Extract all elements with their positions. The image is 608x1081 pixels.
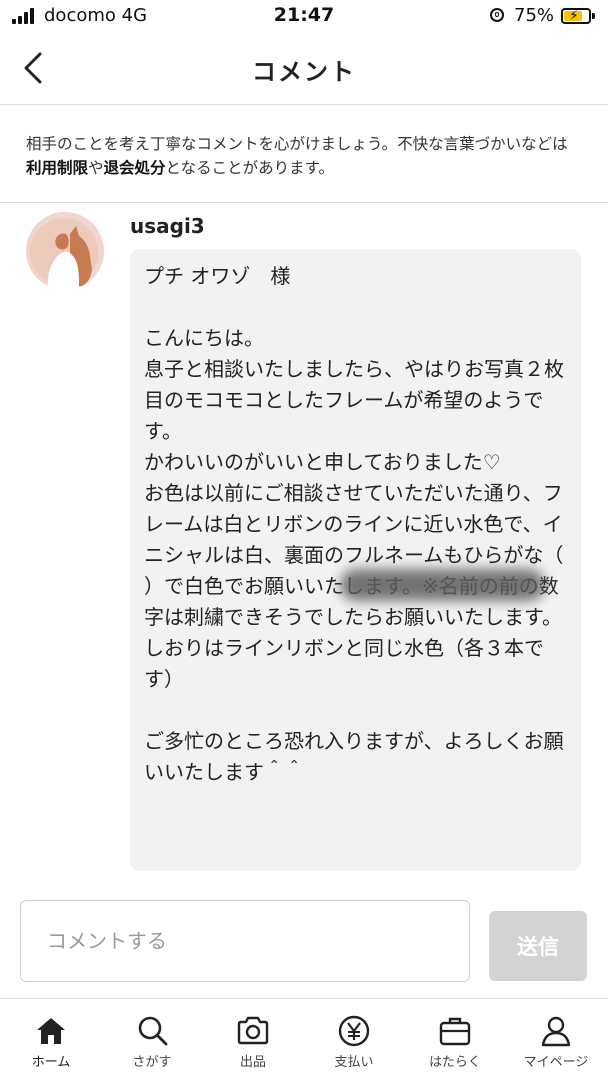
send-button[interactable]: 送信 [489, 911, 587, 981]
tab-sell[interactable]: 出品 [202, 999, 304, 1081]
orientation-lock-icon [490, 8, 504, 22]
notice-text: 相手のことを考え丁寧なコメントを心がけましょう。不快な言葉づかいなどは利用制限や… [26, 132, 582, 180]
notice-text-2: や [88, 159, 104, 177]
comment-bubble: プチ オワゾ 様 こんにちは。 息子と相談いたしましたら、やはりお写真２枚目のモ… [130, 249, 581, 871]
tab-mypage-label: マイページ [523, 1055, 589, 1070]
avatar-cat-image [26, 212, 104, 290]
notice-text-1: 相手のことを考え丁寧なコメントを心がけましょう。不快な言葉づかいなどは [26, 135, 568, 153]
comment-username[interactable]: usagi3 [130, 214, 205, 238]
usage-restriction-link[interactable]: 利用制限 [26, 159, 88, 177]
person-icon [541, 1016, 571, 1047]
tab-work-label: はたらく [429, 1055, 481, 1070]
tab-search[interactable]: さがす [101, 999, 203, 1081]
tab-work[interactable]: はたらく [404, 999, 506, 1081]
tab-sell-label: 出品 [239, 1055, 266, 1070]
tab-home-label: ホーム [31, 1055, 71, 1070]
yen-icon [338, 1015, 370, 1047]
bottom-tab-bar: ホーム さがす 出品 支払い はたらく マイページ [0, 998, 608, 1081]
comment-guideline-notice: 相手のことを考え丁寧なコメントを心がけましょう。不快な言葉づかいなどは利用制限や… [0, 104, 608, 203]
avatar[interactable] [26, 212, 104, 290]
notice-text-3: となることがあります。 [165, 159, 335, 177]
battery-cap [592, 13, 595, 19]
search-icon [138, 1016, 168, 1046]
tab-payment[interactable]: 支払い [303, 999, 405, 1081]
tab-payment-label: 支払い [334, 1055, 374, 1070]
redacted-name-blur [340, 569, 545, 601]
status-bar: docomo 4G 21:47 75% ⚡ [0, 0, 608, 34]
battery-percent: 75% [514, 5, 555, 26]
page-title: コメント [252, 58, 356, 86]
camera-icon [237, 1016, 269, 1045]
comment-body: プチ オワゾ 様 こんにちは。 息子と相談いたしましたら、やはりお写真２枚目のモ… [144, 264, 564, 784]
charging-bolt-icon: ⚡ [569, 8, 579, 24]
tab-search-label: さがす [132, 1055, 172, 1070]
tab-home[interactable]: ホーム [0, 999, 102, 1081]
briefcase-icon [439, 1017, 471, 1046]
account-deletion-link[interactable]: 退会処分 [104, 159, 166, 177]
comment-input[interactable] [20, 900, 470, 982]
home-icon [37, 1018, 65, 1044]
tab-mypage[interactable]: マイページ [505, 999, 607, 1081]
header: コメント [0, 34, 608, 105]
